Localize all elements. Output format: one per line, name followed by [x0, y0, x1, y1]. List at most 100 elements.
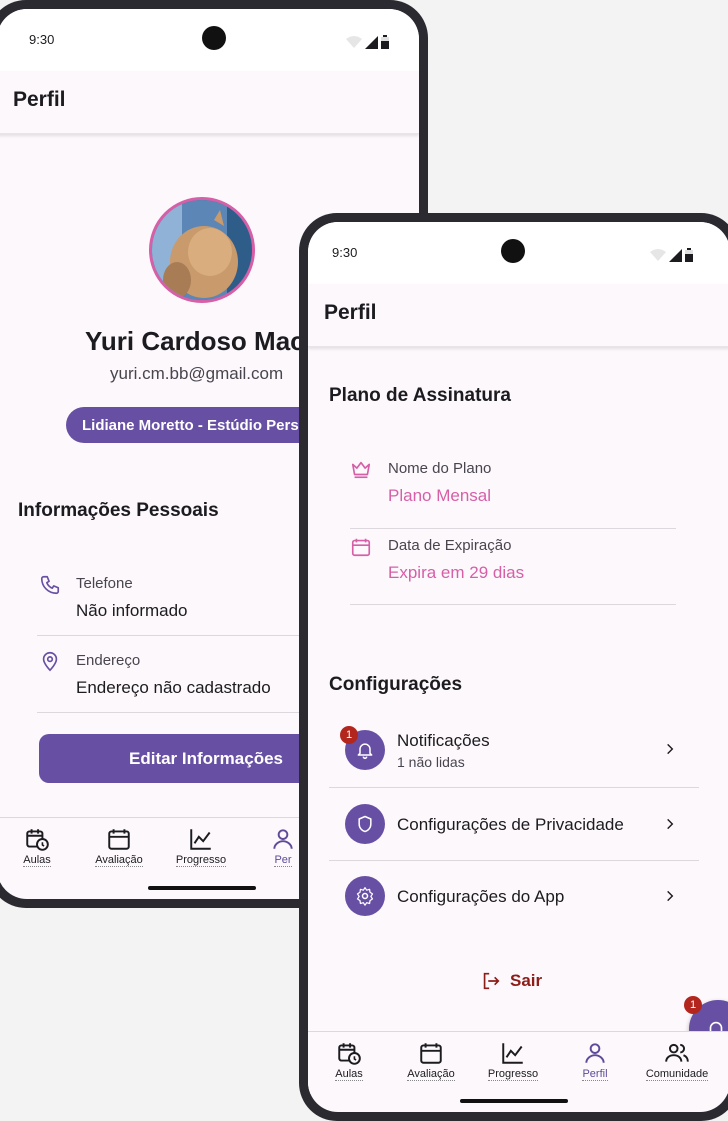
nav-item-aulas[interactable]: Aulas	[308, 1032, 390, 1092]
bottom-navigation: Aulas Avaliação Progresso Perfil Comunid…	[308, 1031, 728, 1094]
divider	[350, 604, 676, 605]
status-bar: 9:30	[0, 9, 419, 71]
nav-item-perfil[interactable]: Perfil	[554, 1032, 636, 1092]
chart-line-icon	[502, 1043, 523, 1064]
privacy-settings-label: Configurações de Privacidade	[397, 815, 624, 834]
app-bar: Perfil	[0, 71, 419, 134]
notifications-sub: 1 não lidas	[397, 754, 465, 770]
user-name: Yuri Cardoso Mac	[85, 326, 305, 356]
phone-profile-settings: 9:30 Perfil Plano de Assinatura Nome do …	[299, 213, 728, 1121]
nav-item-avaliacao[interactable]: Avaliação	[390, 1032, 472, 1092]
nav-item-avaliacao[interactable]: Avaliação	[78, 818, 160, 878]
chart-line-icon	[190, 829, 211, 850]
bell-icon	[357, 743, 373, 760]
person-icon	[585, 1043, 605, 1063]
personal-info-title: Informações Pessoais	[18, 500, 219, 521]
nav-item-progresso[interactable]: Progresso	[160, 818, 242, 878]
privacy-settings-row[interactable]: Configurações de Privacidade	[329, 794, 699, 858]
signal-icon	[365, 35, 378, 49]
divider	[37, 635, 299, 636]
front-camera	[501, 239, 525, 263]
nav-label: Per	[274, 854, 292, 867]
nav-item-progresso[interactable]: Progresso	[472, 1032, 554, 1092]
nav-label: Progresso	[175, 854, 227, 867]
home-indicator	[460, 1099, 568, 1103]
notifications-row[interactable]: 1 Notificações 1 não lidas	[329, 718, 699, 788]
calendar-clock-icon	[338, 1043, 361, 1065]
status-bar: 9:30	[308, 222, 728, 284]
nav-label: Aulas	[23, 854, 51, 867]
battery-icon	[685, 248, 693, 262]
nav-label: Aulas	[335, 1068, 363, 1081]
crown-icon	[351, 461, 371, 479]
system-icons	[650, 248, 693, 262]
status-time: 9:30	[332, 245, 358, 260]
nav-label: Avaliação	[407, 1068, 455, 1081]
phone-icon	[40, 575, 60, 595]
divider	[37, 712, 299, 713]
front-camera	[202, 26, 226, 50]
calendar-icon	[420, 1043, 442, 1064]
notifications-badge: 1	[340, 726, 358, 744]
plan-name-row: Nome do Plano Plano Mensal	[350, 454, 670, 518]
app-settings-icon-circle	[345, 876, 385, 916]
calendar-clock-icon	[26, 829, 49, 851]
plan-name-value: Plano Mensal	[388, 486, 492, 505]
notifications-label: Notificações	[397, 731, 490, 750]
phone-label: Telefone	[76, 575, 133, 592]
cat-photo	[152, 200, 252, 300]
wifi-icon	[650, 249, 666, 261]
edit-info-label: Editar Informações	[129, 749, 283, 768]
signal-icon	[669, 248, 682, 262]
plan-section-title: Plano de Assinatura	[329, 385, 511, 406]
chevron-right-icon	[667, 890, 674, 902]
calendar-icon	[108, 829, 130, 850]
studio-chip-label: Lidiane Moretto - Estúdio Pers	[82, 416, 299, 434]
expiration-label: Data de Expiração	[388, 537, 512, 554]
divider	[329, 787, 699, 788]
chevron-right-icon	[667, 743, 674, 755]
phone-row: Telefone Não informado	[37, 572, 297, 636]
nav-label: Comunidade	[645, 1068, 709, 1081]
home-indicator	[148, 886, 256, 890]
address-label: Endereço	[76, 652, 141, 669]
plan-name-label: Nome do Plano	[388, 460, 492, 477]
phone-value: Não informado	[76, 601, 188, 620]
settings-section-title: Configurações	[329, 674, 463, 695]
app-bar: Perfil	[308, 284, 728, 347]
logout-icon	[483, 972, 500, 990]
people-icon	[665, 1043, 689, 1062]
expiration-row: Data de Expiração Expira em 29 dias	[350, 532, 670, 596]
person-icon	[273, 829, 293, 849]
location-pin-icon	[42, 651, 58, 672]
nav-label: Avaliação	[95, 854, 143, 867]
edit-info-button[interactable]: Editar Informações	[39, 734, 329, 783]
screen: 9:30 Perfil Plano de Assinatura Nome do …	[308, 222, 728, 1112]
page-title: Perfil	[13, 88, 66, 111]
app-settings-row[interactable]: Configurações do App	[329, 866, 699, 930]
logout-label: Sair	[510, 971, 543, 990]
address-row: Endereço Endereço não cadastrado	[37, 649, 297, 713]
wifi-icon	[346, 36, 362, 48]
battery-icon	[381, 35, 389, 49]
logout-button[interactable]: Sair	[480, 966, 560, 996]
gear-icon	[356, 887, 374, 906]
app-settings-label: Configurações do App	[397, 887, 565, 906]
privacy-icon-circle	[345, 804, 385, 844]
chevron-right-icon	[667, 818, 674, 830]
user-email: yuri.cm.bb@gmail.com	[110, 364, 284, 383]
expiration-value: Expira em 29 dias	[388, 563, 525, 582]
fab-badge: 1	[684, 996, 702, 1014]
shield-icon	[358, 815, 372, 833]
divider	[329, 860, 699, 861]
system-icons	[346, 35, 389, 49]
page-title: Perfil	[324, 301, 377, 324]
nav-item-comunidade[interactable]: Comunidade	[636, 1032, 718, 1092]
address-value: Endereço não cadastrado	[76, 678, 271, 697]
nav-item-aulas[interactable]: Aulas	[0, 818, 78, 878]
avatar[interactable]	[149, 197, 255, 303]
divider	[350, 528, 676, 529]
status-time: 9:30	[29, 32, 55, 47]
calendar-icon	[351, 538, 371, 557]
nav-label: Perfil	[582, 1068, 608, 1081]
